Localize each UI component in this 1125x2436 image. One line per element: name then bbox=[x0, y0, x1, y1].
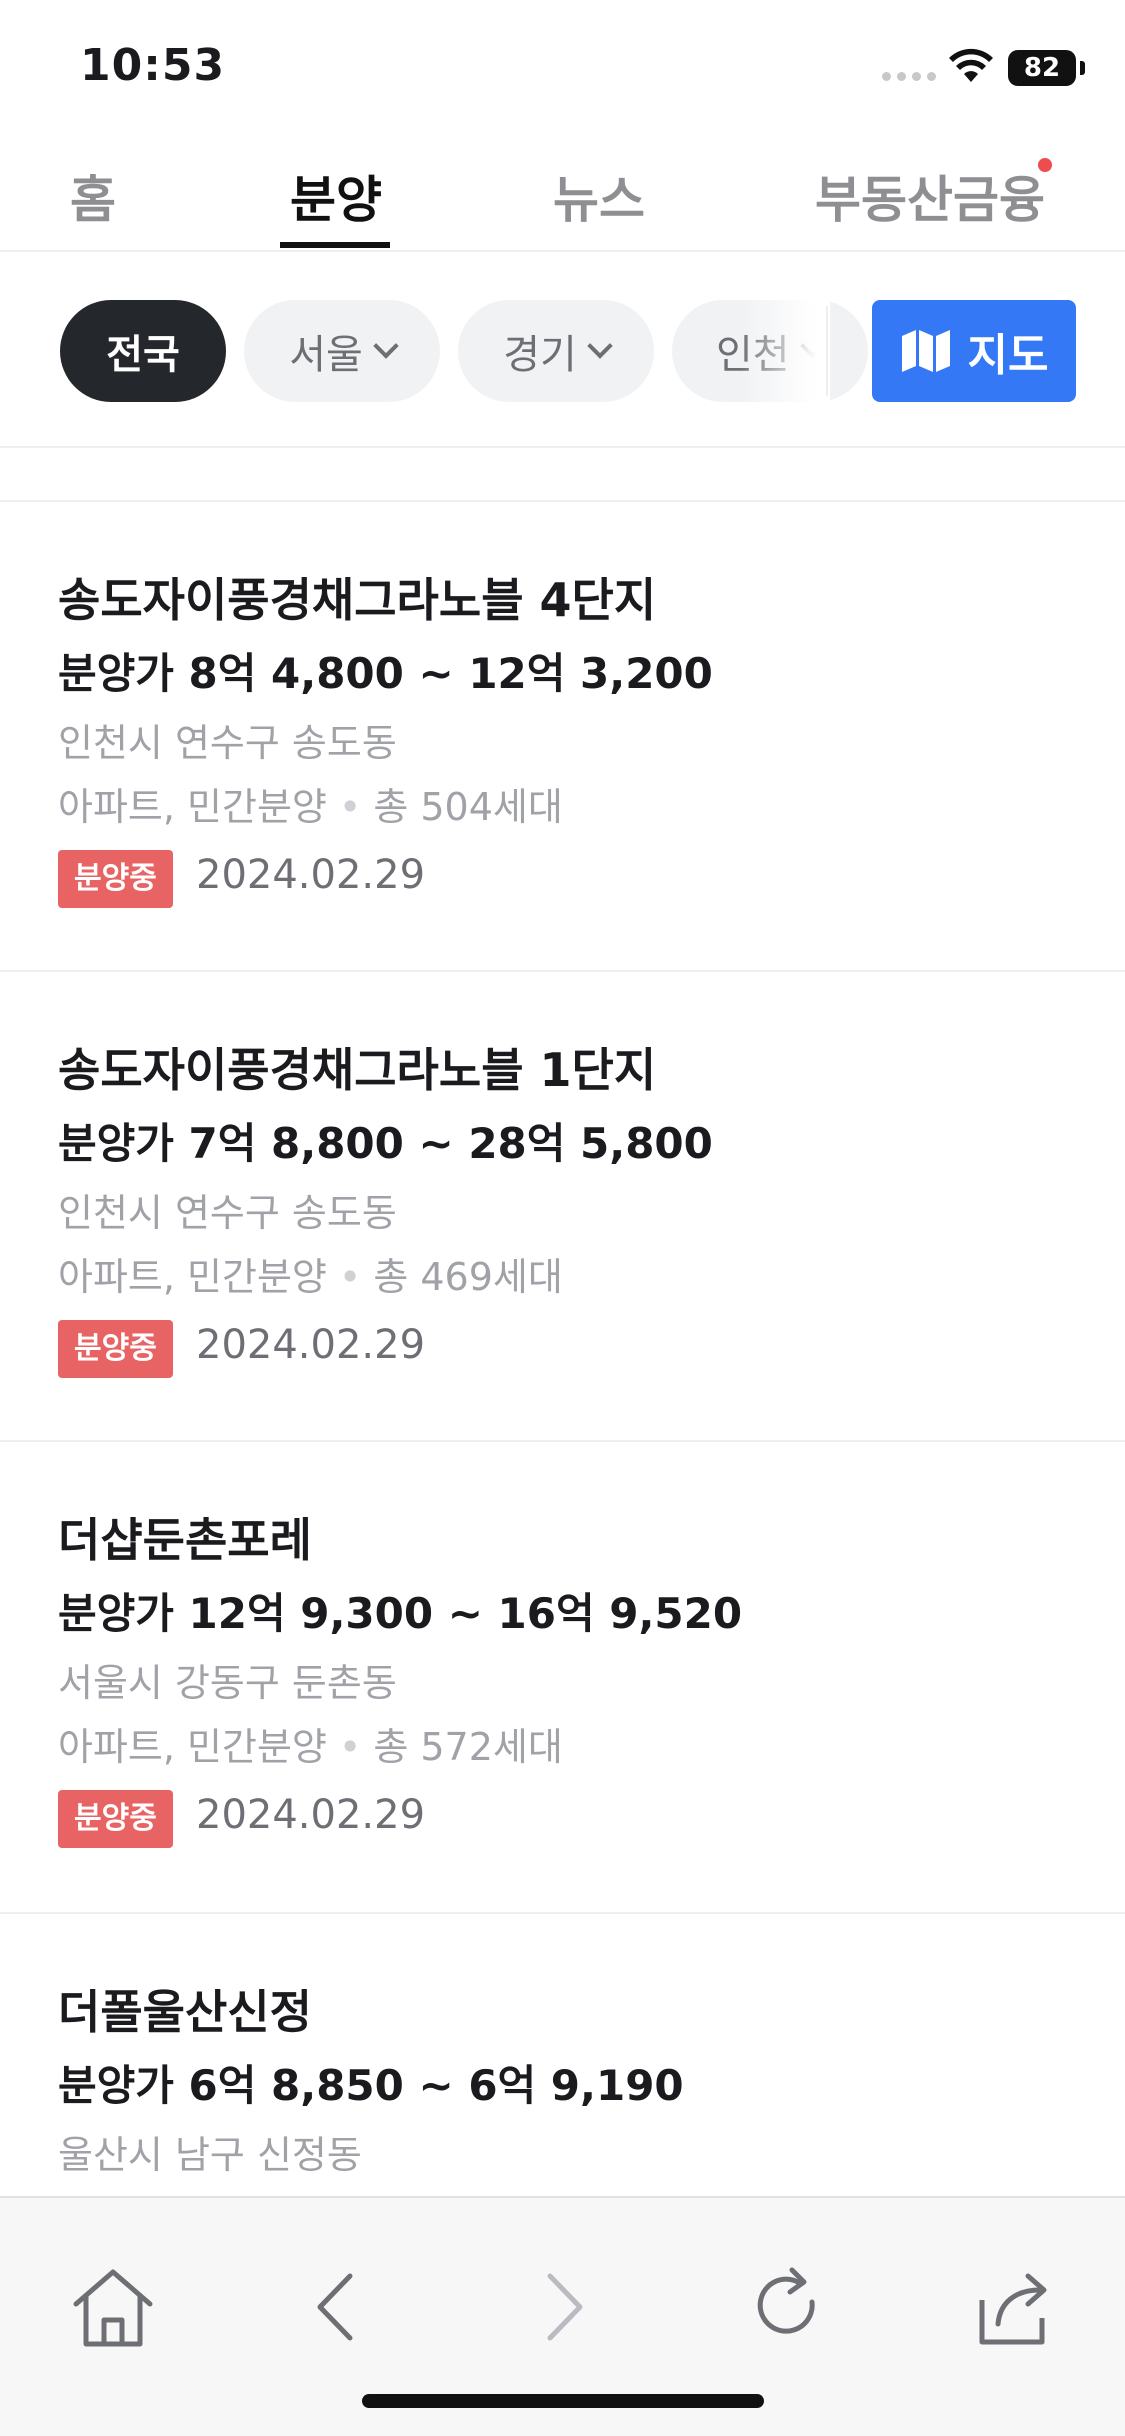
listing-households: 총 469세대 bbox=[373, 1255, 563, 1299]
map-icon bbox=[901, 330, 950, 372]
listing-date: 2024.02.29 bbox=[196, 852, 426, 898]
tab-home[interactable]: 홈 bbox=[70, 160, 116, 232]
listing-price: 분양가 12억 9,300 ~ 16억 9,520 bbox=[58, 1589, 743, 1638]
status-bar: 10:53 82 bbox=[0, 0, 1125, 130]
battery-tip bbox=[1080, 61, 1085, 75]
region-chip-all[interactable]: 전국 bbox=[60, 300, 226, 402]
status-time: 10:53 bbox=[80, 40, 226, 91]
active-tab-indicator bbox=[280, 242, 390, 248]
home-icon[interactable] bbox=[68, 2262, 158, 2352]
listing-name: 더샵둔촌포레 bbox=[58, 1513, 312, 1567]
back-icon[interactable] bbox=[292, 2262, 382, 2352]
region-filter-bar: 전국 서울 경기 인천 지도 bbox=[0, 254, 1125, 448]
region-chip-label: 서울 bbox=[289, 332, 363, 378]
listing-date: 2024.02.29 bbox=[196, 1792, 426, 1838]
listing-type: 아파트, 민간분양 bbox=[58, 1255, 327, 1299]
listing-name: 송도자이풍경채그라노블 4단지 bbox=[58, 573, 657, 627]
status-badge: 분양중 bbox=[58, 1790, 173, 1848]
listing-type-row: 아파트, 민간분양 • 총 504세대 bbox=[58, 776, 563, 831]
separator-dot: • bbox=[338, 785, 362, 829]
listing-name: 더폴울산신정 bbox=[58, 1985, 312, 2039]
listing-households: 총 572세대 bbox=[373, 1725, 563, 1769]
listing-type: 아파트, 민간분양 bbox=[58, 1725, 327, 1769]
chevron-down-icon bbox=[587, 333, 613, 359]
battery-icon: 82 bbox=[1008, 50, 1076, 86]
tab-real-estate-finance[interactable]: 부동산금융 bbox=[815, 160, 1045, 232]
listing-address: 인천시 연수구 송도동 bbox=[58, 1191, 397, 1235]
listing-price: 분양가 6억 8,850 ~ 6억 9,190 bbox=[58, 2061, 684, 2110]
share-icon[interactable] bbox=[968, 2262, 1058, 2352]
wifi-icon bbox=[949, 48, 993, 82]
listing-price: 분양가 7억 8,800 ~ 28억 5,800 bbox=[58, 1119, 713, 1168]
listing-type-row: 아파트, 민간분양 • 총 572세대 bbox=[58, 1716, 563, 1771]
tab-presale[interactable]: 분양 bbox=[290, 160, 382, 232]
region-chip-gyeonggi[interactable]: 경기 bbox=[458, 300, 654, 402]
region-chip-label: 전국 bbox=[106, 332, 180, 378]
separator-dot: • bbox=[338, 1255, 362, 1299]
top-tab-bar: 홈 분양 뉴스 부동산금융 bbox=[0, 150, 1125, 252]
forward-icon[interactable] bbox=[518, 2262, 608, 2352]
listing-address: 인천시 연수구 송도동 bbox=[58, 721, 397, 765]
listing-address: 울산시 남구 신정동 bbox=[58, 2133, 362, 2177]
reload-icon[interactable] bbox=[742, 2262, 832, 2352]
status-badge: 분양중 bbox=[58, 1320, 173, 1378]
chevron-down-icon bbox=[373, 333, 399, 359]
listing-date: 2024.02.29 bbox=[196, 1322, 426, 1368]
listing-households: 총 504세대 bbox=[373, 785, 563, 829]
region-chip-seoul[interactable]: 서울 bbox=[244, 300, 440, 402]
tab-news[interactable]: 뉴스 bbox=[553, 160, 645, 232]
listing-name: 송도자이풍경채그라노블 1단지 bbox=[58, 1043, 657, 1097]
list-item[interactable]: 송도자이풍경채그라노블 4단지 분양가 8억 4,800 ~ 12억 3,200… bbox=[0, 502, 1125, 972]
list-item[interactable]: 송도자이풍경채그라노블 1단지 분양가 7억 8,800 ~ 28억 5,800… bbox=[0, 972, 1125, 1442]
map-button-label: 지도 bbox=[967, 330, 1049, 381]
scroll-fade bbox=[740, 284, 830, 424]
cellular-signal-icon bbox=[882, 72, 936, 81]
notification-dot bbox=[1038, 158, 1052, 172]
map-button[interactable]: 지도 bbox=[872, 300, 1076, 402]
listing-type-row: 아파트, 민간분양 • 총 469세대 bbox=[58, 1246, 563, 1301]
region-chip-label: 경기 bbox=[503, 332, 577, 378]
home-indicator[interactable] bbox=[362, 2394, 764, 2408]
divider bbox=[826, 306, 828, 396]
list-item[interactable]: 더샵둔촌포레 분양가 12억 9,300 ~ 16억 9,520 서울시 강동구… bbox=[0, 1442, 1125, 1914]
status-badge: 분양중 bbox=[58, 850, 173, 908]
listing-price: 분양가 8억 4,800 ~ 12억 3,200 bbox=[58, 649, 713, 698]
list-item[interactable]: 더폴울산신정 분양가 6억 8,850 ~ 6억 9,190 울산시 남구 신정… bbox=[0, 1914, 1125, 2196]
listing-type: 아파트, 민간분양 bbox=[58, 785, 327, 829]
listing-address: 서울시 강동구 둔촌동 bbox=[58, 1661, 397, 1705]
separator-dot: • bbox=[338, 1725, 362, 1769]
